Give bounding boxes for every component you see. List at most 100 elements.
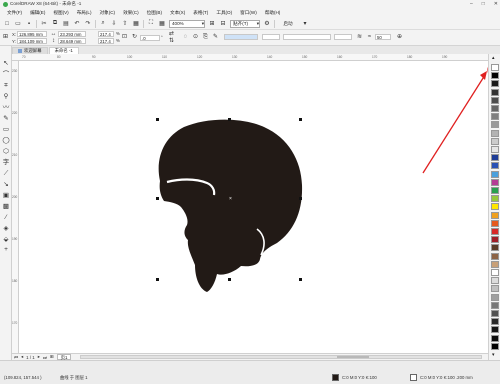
ellipse-tool-icon[interactable]: ◯ [2, 137, 10, 145]
copy-icon[interactable]: ⧉ [51, 20, 59, 28]
menu-table[interactable]: 表格(T) [189, 10, 212, 16]
palette-scroll-down-icon[interactable]: ▾ [492, 352, 495, 358]
interactive-fill-icon[interactable]: ◈ [2, 225, 10, 233]
selection-handle-s[interactable] [228, 278, 231, 281]
selection-handle-se[interactable] [299, 278, 302, 281]
selection-handle-nw[interactable] [156, 118, 159, 121]
color-swatch[interactable] [491, 219, 499, 227]
quick-customize-icon[interactable]: ⊕ [396, 34, 403, 41]
undo-icon[interactable]: ↶ [73, 20, 81, 28]
parallel-dimension-icon[interactable]: ⟋ [2, 170, 10, 178]
height-field[interactable]: 28.649 mm [58, 38, 86, 44]
width-field[interactable]: 23.293 mm [58, 31, 86, 37]
tab-welcome-screen[interactable]: 欢迎屏幕 [12, 47, 48, 54]
color-swatch[interactable] [491, 277, 499, 285]
color-swatch[interactable] [491, 203, 499, 211]
y-position-field[interactable]: 184.109 mm [17, 38, 47, 44]
arrange-icon[interactable]: ⎘ [202, 34, 209, 41]
drawing-canvas[interactable]: × [19, 61, 488, 353]
lock-ratio-icon[interactable]: ⊡ [121, 34, 128, 41]
color-swatch[interactable] [491, 187, 499, 194]
maximize-button[interactable]: □ [482, 1, 485, 7]
gear-icon[interactable]: ⚙ [263, 20, 271, 28]
fit-page-icon[interactable]: ⊞ [208, 20, 216, 28]
tab-document[interactable]: 未命名 -1 [48, 47, 79, 54]
color-swatch[interactable] [491, 137, 499, 145]
end-arrow-dropdown[interactable] [334, 34, 352, 40]
color-swatch[interactable] [491, 228, 499, 235]
color-swatch[interactable] [491, 211, 499, 219]
color-swatch[interactable] [491, 326, 499, 334]
close-curve-icon[interactable]: ⊙ [192, 34, 199, 41]
menu-text[interactable]: 文本(X) [166, 10, 189, 16]
redo-icon[interactable]: ↷ [84, 20, 92, 28]
rulers-icon[interactable]: ⊟ [219, 20, 227, 28]
color-swatch[interactable] [491, 72, 499, 80]
color-swatch[interactable] [491, 178, 499, 186]
selection-handle-w[interactable] [156, 197, 159, 200]
color-swatch[interactable] [491, 318, 499, 326]
minimize-button[interactable]: – [470, 1, 473, 7]
curve-node-icon[interactable]: ◌ [182, 34, 189, 41]
color-swatch[interactable] [491, 88, 499, 96]
menu-bitmaps[interactable]: 位图(B) [143, 10, 166, 16]
color-swatch[interactable] [491, 162, 499, 170]
scale-y-field[interactable]: 217.4 [98, 38, 114, 44]
text-tool-icon[interactable]: 字 [2, 159, 10, 167]
eyedropper-tool-icon[interactable]: ⁄ [2, 214, 10, 222]
connector-tool-icon[interactable]: ↘ [2, 181, 10, 189]
import-icon[interactable]: ⇩ [110, 20, 118, 28]
color-swatch[interactable] [491, 121, 499, 129]
mirror-horizontal-icon[interactable]: ⇄ [168, 31, 175, 38]
menu-file[interactable]: 文件(F) [3, 10, 26, 16]
wrap-text-icon[interactable]: ≋ [356, 34, 363, 41]
horizontal-scrollbar[interactable] [80, 355, 482, 359]
menu-edit[interactable]: 编辑(E) [26, 10, 49, 16]
selection-handle-n[interactable] [228, 118, 231, 121]
last-page-icon[interactable]: ⏭ [43, 355, 47, 360]
cut-icon[interactable]: ✂ [40, 20, 48, 28]
color-swatch[interactable] [491, 113, 499, 121]
close-button[interactable]: ✕ [494, 1, 498, 7]
menu-effects[interactable]: 效果(C) [119, 10, 143, 16]
color-swatch[interactable] [491, 129, 499, 137]
color-swatch[interactable] [491, 260, 499, 268]
line-style-dropdown[interactable] [283, 34, 331, 40]
pick-tool-icon[interactable]: ↖ [2, 60, 10, 68]
color-swatch[interactable] [491, 310, 499, 317]
pdf-icon[interactable]: ▦ [132, 20, 140, 28]
paste-icon[interactable]: ▤ [62, 20, 70, 28]
color-swatch[interactable] [491, 334, 499, 342]
outline-width-dropdown[interactable] [224, 34, 258, 40]
edit-fill-icon[interactable]: ✎ [212, 34, 219, 41]
rectangle-tool-icon[interactable]: ▭ [2, 126, 10, 134]
shape-tool-icon[interactable]: ⌒ [2, 71, 10, 79]
color-swatch[interactable] [491, 342, 499, 350]
menu-tools[interactable]: 工具(O) [212, 10, 236, 16]
polygon-tool-icon[interactable]: ⬡ [2, 148, 10, 156]
selection-handle-ne[interactable] [299, 118, 302, 121]
export-icon[interactable]: ⇧ [121, 20, 129, 28]
add-tool-icon[interactable]: + [2, 246, 10, 254]
color-swatch[interactable] [491, 170, 499, 178]
selection-handle-sw[interactable] [156, 278, 159, 281]
smart-fill-icon[interactable]: ⬙ [2, 236, 10, 244]
chevron-down-icon[interactable]: ▾ [301, 20, 309, 28]
color-swatch[interactable] [491, 96, 499, 104]
menu-object[interactable]: 对象(C) [96, 10, 120, 16]
crop-tool-icon[interactable]: ⌗ [2, 82, 10, 90]
grid-icon[interactable]: ▦ [158, 20, 166, 28]
color-swatch[interactable] [491, 80, 499, 88]
color-swatch[interactable] [491, 244, 499, 252]
color-swatch[interactable] [491, 269, 499, 276]
menu-layout[interactable]: 布局(L) [73, 10, 96, 16]
selection-handle-e[interactable] [299, 197, 302, 200]
color-swatch[interactable] [491, 293, 499, 301]
launch-button[interactable]: 启动 [278, 20, 298, 28]
color-swatch[interactable] [491, 154, 499, 162]
zoom-level-dropdown[interactable]: 400% ▾ [169, 19, 205, 28]
new-document-icon[interactable]: □ [3, 20, 11, 28]
start-arrow-dropdown[interactable] [262, 34, 280, 40]
color-swatch[interactable] [491, 236, 499, 244]
first-page-icon[interactable]: ⏮ [14, 355, 18, 360]
